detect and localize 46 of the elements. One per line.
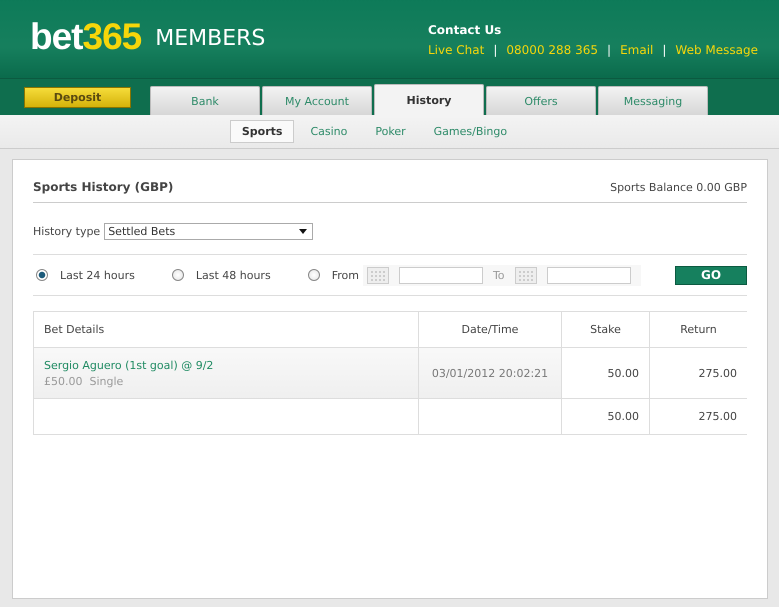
- sub-tab[interactable]: Sports: [230, 120, 294, 143]
- history-type-select[interactable]: Settled Bets: [104, 222, 314, 240]
- radio-label: From: [332, 268, 359, 282]
- go-button[interactable]: GO: [675, 266, 747, 284]
- nav-tab[interactable]: My Account: [262, 86, 372, 115]
- column-header: Stake: [590, 323, 621, 336]
- column-header: Return: [680, 323, 717, 336]
- field-label: History type: [33, 224, 100, 238]
- from-date-field[interactable]: [398, 266, 483, 284]
- table-cell: 275.00: [698, 366, 737, 380]
- nav-tab[interactable]: Messaging: [598, 86, 708, 115]
- column-header: Date/Time: [462, 323, 518, 336]
- calendar-icon[interactable]: [514, 266, 537, 284]
- table-cell: 03/01/2012 20:02:21: [432, 366, 548, 380]
- column-header: Bet Details: [44, 323, 104, 336]
- bet-selection[interactable]: Sergio Aguero (1st goal) @ 9/2: [44, 358, 214, 372]
- radio-button[interactable]: [308, 269, 320, 281]
- sub-tab[interactable]: Games/Bingo: [422, 120, 520, 143]
- contact-link[interactable]: Live Chat: [428, 43, 484, 57]
- deposit-button[interactable]: Deposit: [24, 87, 131, 108]
- bet-summary: £50.00 Single: [44, 374, 124, 388]
- sub-tab[interactable]: Poker: [363, 120, 418, 143]
- table-cell: 50.00: [608, 410, 639, 423]
- separator: |: [607, 43, 612, 57]
- contact-title: Contact Us: [428, 23, 502, 37]
- calendar-icon[interactable]: [366, 266, 389, 284]
- to-date-field[interactable]: [546, 266, 631, 284]
- radio-button[interactable]: [172, 269, 184, 281]
- contact-link[interactable]: 08000 288 365: [506, 43, 598, 57]
- to-label: To: [492, 268, 505, 282]
- radio-label: Last 48 hours: [196, 268, 271, 282]
- contact-link[interactable]: Email: [620, 43, 654, 57]
- panel-title: Sports History (GBP): [33, 180, 174, 194]
- radio-label: Last 24 hours: [60, 268, 135, 282]
- separator: |: [662, 43, 666, 57]
- table-cell: 275.00: [698, 410, 737, 423]
- nav-tab[interactable]: Offers: [486, 86, 596, 115]
- caret-icon: [299, 228, 308, 234]
- separator: |: [493, 43, 498, 57]
- nav-tab[interactable]: History: [374, 84, 484, 115]
- sports-balance: Sports Balance 0.00 GBP: [610, 181, 747, 194]
- sub-tab[interactable]: Casino: [298, 120, 360, 143]
- nav-tab[interactable]: Bank: [150, 86, 260, 115]
- contact-link[interactable]: Web Message: [675, 43, 758, 57]
- table-cell: 50.00: [608, 366, 639, 380]
- radio-button[interactable]: [36, 269, 48, 281]
